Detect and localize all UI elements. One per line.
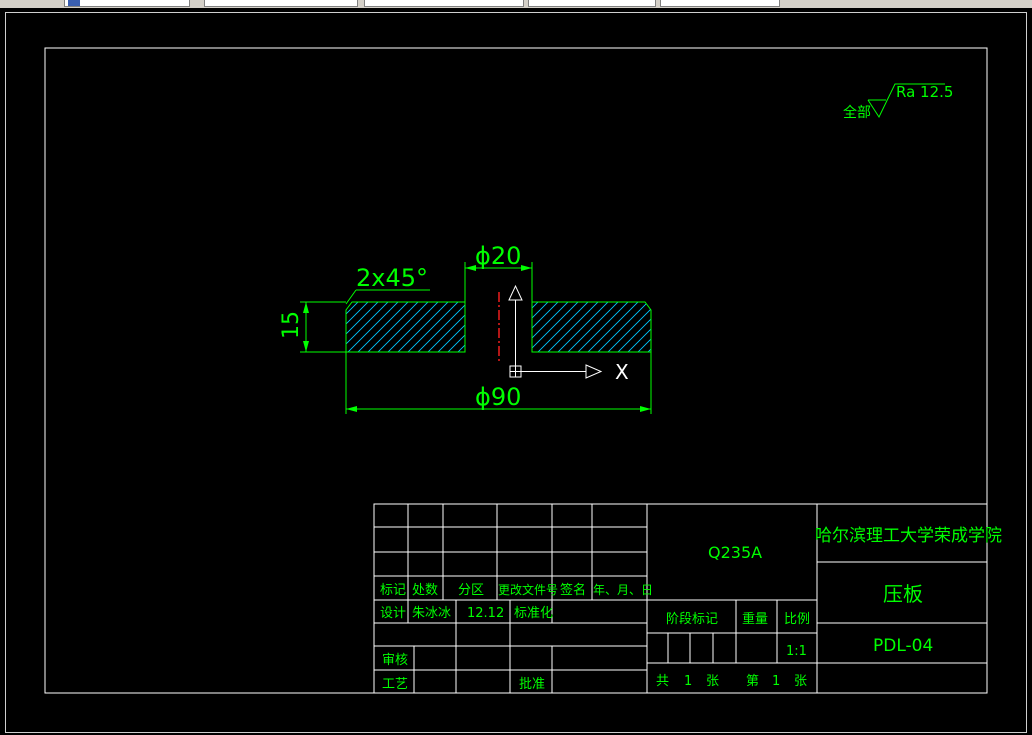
header-date: 年、月、日 <box>593 583 653 597</box>
review-label: 审核 <box>382 653 408 668</box>
hole-diameter-text: ϕ20 <box>475 242 521 270</box>
part-section <box>345 292 652 362</box>
header-zone: 分区 <box>458 583 484 598</box>
drawing-number-text: PDL-04 <box>873 636 933 656</box>
roughness-symbol: 全部 Ra 12.5 <box>843 83 953 121</box>
approve-label: 批准 <box>519 677 545 692</box>
title-block-text: 标记 处数 分区 更改文件号 签名 年、月、日 设计 朱冰冰 12.12 标准化… <box>380 526 1002 692</box>
header-signature: 签名 <box>560 582 586 598</box>
scale-value: 1:1 <box>786 644 807 659</box>
header-mark: 标记 <box>380 583 406 598</box>
chamfer-text: 2x45° <box>356 264 428 292</box>
outer-diameter-text: ϕ90 <box>475 383 521 411</box>
scale-label: 比例 <box>784 612 810 627</box>
chamfer-dimension: 2x45° <box>345 264 430 305</box>
weight-label: 重量 <box>742 611 768 627</box>
sheet-unit-1: 张 <box>706 674 719 689</box>
sheet-unit-2: 张 <box>794 674 807 689</box>
material-text: Q235A <box>708 543 762 562</box>
sheet-number: 1 <box>772 674 780 689</box>
thickness-dimension: 15 <box>279 301 346 353</box>
part-name-text: 压板 <box>883 582 923 606</box>
standard-label: 标准化 <box>514 606 553 621</box>
design-label: 设计 <box>380 606 406 621</box>
sheets-total: 1 <box>684 674 692 689</box>
design-date: 12.12 <box>467 606 504 621</box>
institution-text: 哈尔滨理工大学荣成学院 <box>815 526 1002 546</box>
sheets-total-label: 共 <box>656 674 669 689</box>
outer-dimension: ϕ90 <box>345 352 652 414</box>
process-label: 工艺 <box>382 677 408 692</box>
thickness-text: 15 <box>279 311 304 339</box>
stage-label: 阶段标记 <box>666 612 718 627</box>
drawing-canvas[interactable]: 全部 Ra 12.5 15 2x45° ϕ20 ϕ90 X 标记 处数 分区 更… <box>0 0 1032 735</box>
header-count: 处数 <box>412 583 438 598</box>
header-change-doc: 更改文件号 <box>498 582 558 597</box>
axis-x-label: X <box>615 360 629 384</box>
sheet-number-label: 第 <box>746 674 759 689</box>
roughness-label: 全部 <box>843 104 871 121</box>
roughness-value: Ra 12.5 <box>896 83 953 101</box>
designer-name: 朱冰冰 <box>412 606 451 621</box>
